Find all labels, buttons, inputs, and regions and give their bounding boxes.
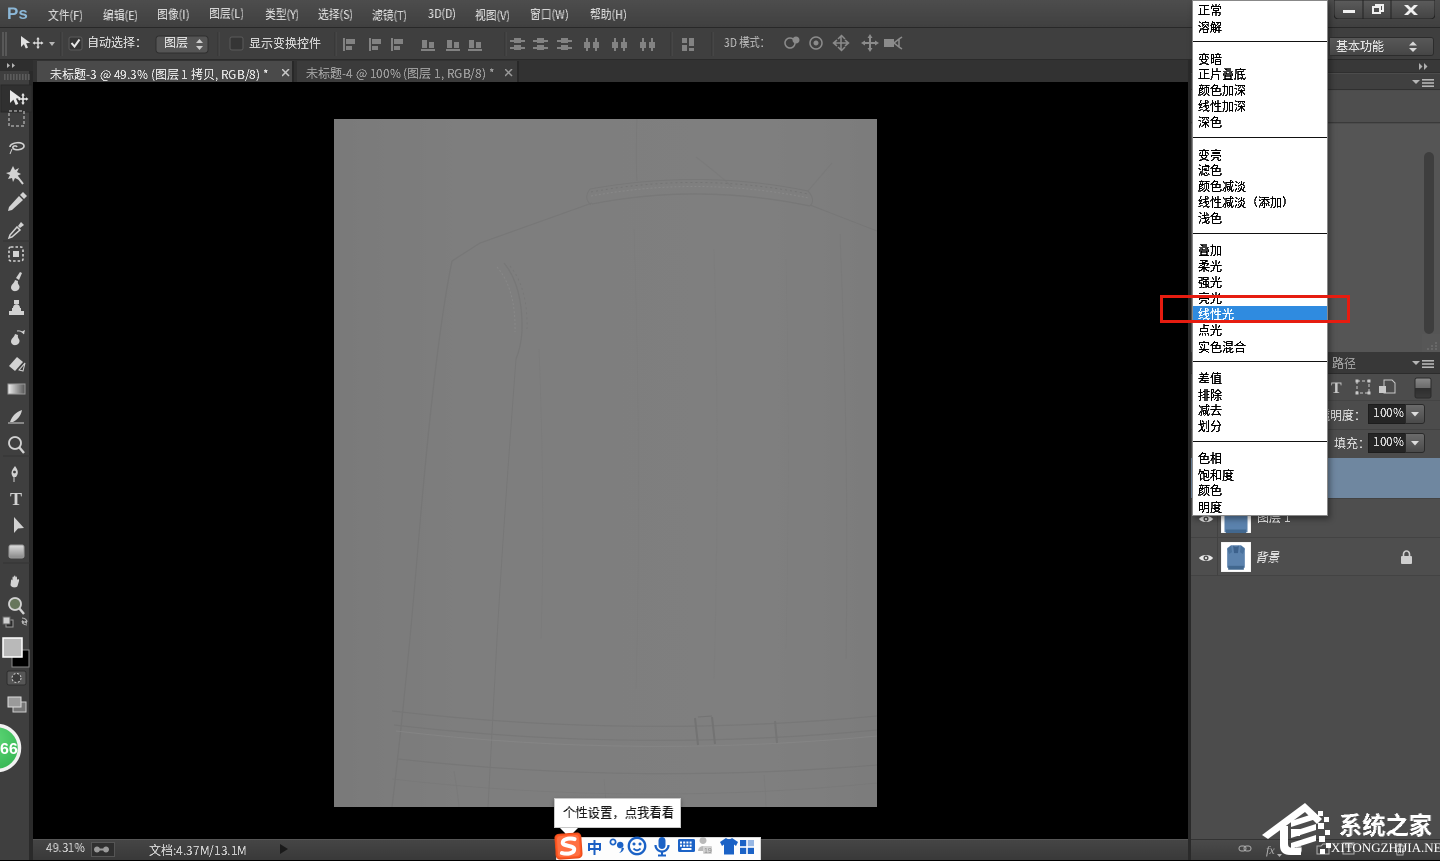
svg-text:T: T [1331, 380, 1342, 397]
svg-text:19: 19 [704, 848, 712, 855]
svg-text:T: T [10, 489, 22, 509]
svg-text:66: 66 [0, 741, 18, 758]
